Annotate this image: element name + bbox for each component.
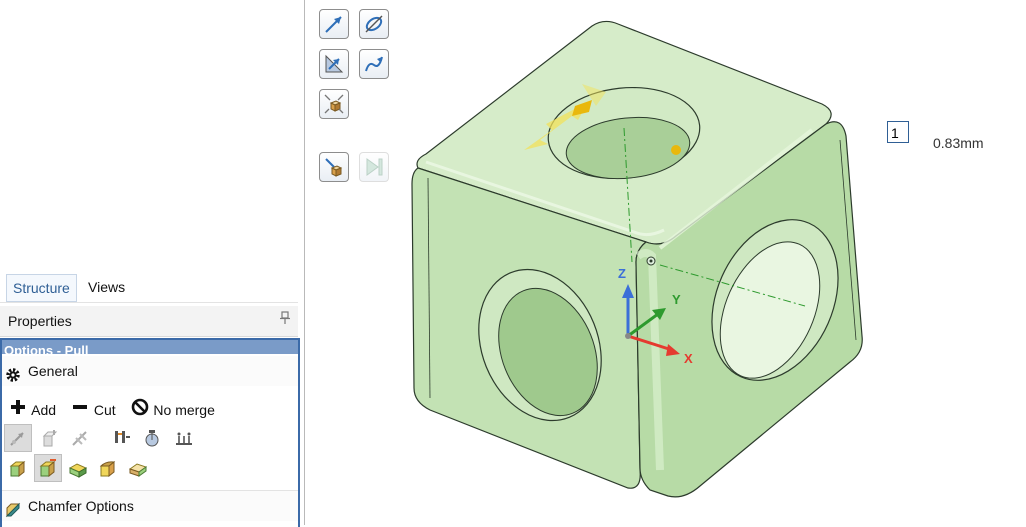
x-axis-label: X [684, 351, 693, 366]
cut-option[interactable]: Cut [70, 398, 116, 423]
gear-icon [5, 363, 21, 382]
3d-viewport[interactable]: 1 0.83mm Z Y X [305, 0, 1026, 525]
extrude-face-button[interactable] [36, 424, 64, 452]
no-merge-label: No merge [153, 402, 215, 418]
tab-views[interactable]: Views [82, 274, 131, 300]
z-axis-label: Z [618, 266, 626, 281]
dimension-input[interactable]: 1 [887, 121, 909, 143]
tab-structure[interactable]: Structure [6, 274, 77, 302]
no-merge-option[interactable]: No merge [130, 398, 215, 424]
chamfer-tool-button[interactable] [124, 454, 152, 482]
plus-icon [8, 399, 28, 423]
merge-options: Add Cut No merge [8, 398, 225, 422]
y-axis-label: Y [672, 292, 681, 307]
panel-tabs: Structure Views [0, 272, 298, 303]
general-label: General [28, 363, 78, 379]
options-panel: Options - Pull General Add Cut No merge … [0, 338, 300, 527]
add-option[interactable]: Add [8, 398, 56, 423]
left-panel: Structure Views Properties Options - Pul… [0, 0, 305, 527]
general-section[interactable]: General [2, 356, 298, 386]
pivot-tool-button[interactable] [4, 424, 32, 452]
chamfer-options-section[interactable]: Chamfer Options [2, 490, 298, 521]
cut-label: Cut [93, 402, 116, 418]
pin-icon[interactable] [280, 306, 290, 336]
dimension-label: 0.83mm [933, 135, 984, 151]
options-title: Options - Pull [2, 340, 298, 354]
chamfer-icon [5, 498, 21, 518]
cube-model[interactable] [305, 0, 1026, 525]
chamfer-options-label: Chamfer Options [28, 498, 134, 514]
add-label: Add [31, 402, 57, 418]
minus-icon [70, 399, 90, 423]
no-merge-icon [130, 398, 150, 424]
properties-title: Properties [8, 313, 72, 329]
measure-pull-button[interactable] [108, 424, 136, 452]
draft-face-button[interactable] [34, 454, 62, 482]
offset-face-button[interactable] [4, 454, 32, 482]
fill-face-button[interactable] [64, 454, 92, 482]
round-tool-button[interactable] [94, 454, 122, 482]
revolve-tool-button[interactable] [138, 424, 166, 452]
blend-tool-button[interactable] [170, 424, 198, 452]
properties-header: Properties [0, 306, 298, 337]
sweep-tool-button[interactable] [66, 424, 94, 452]
